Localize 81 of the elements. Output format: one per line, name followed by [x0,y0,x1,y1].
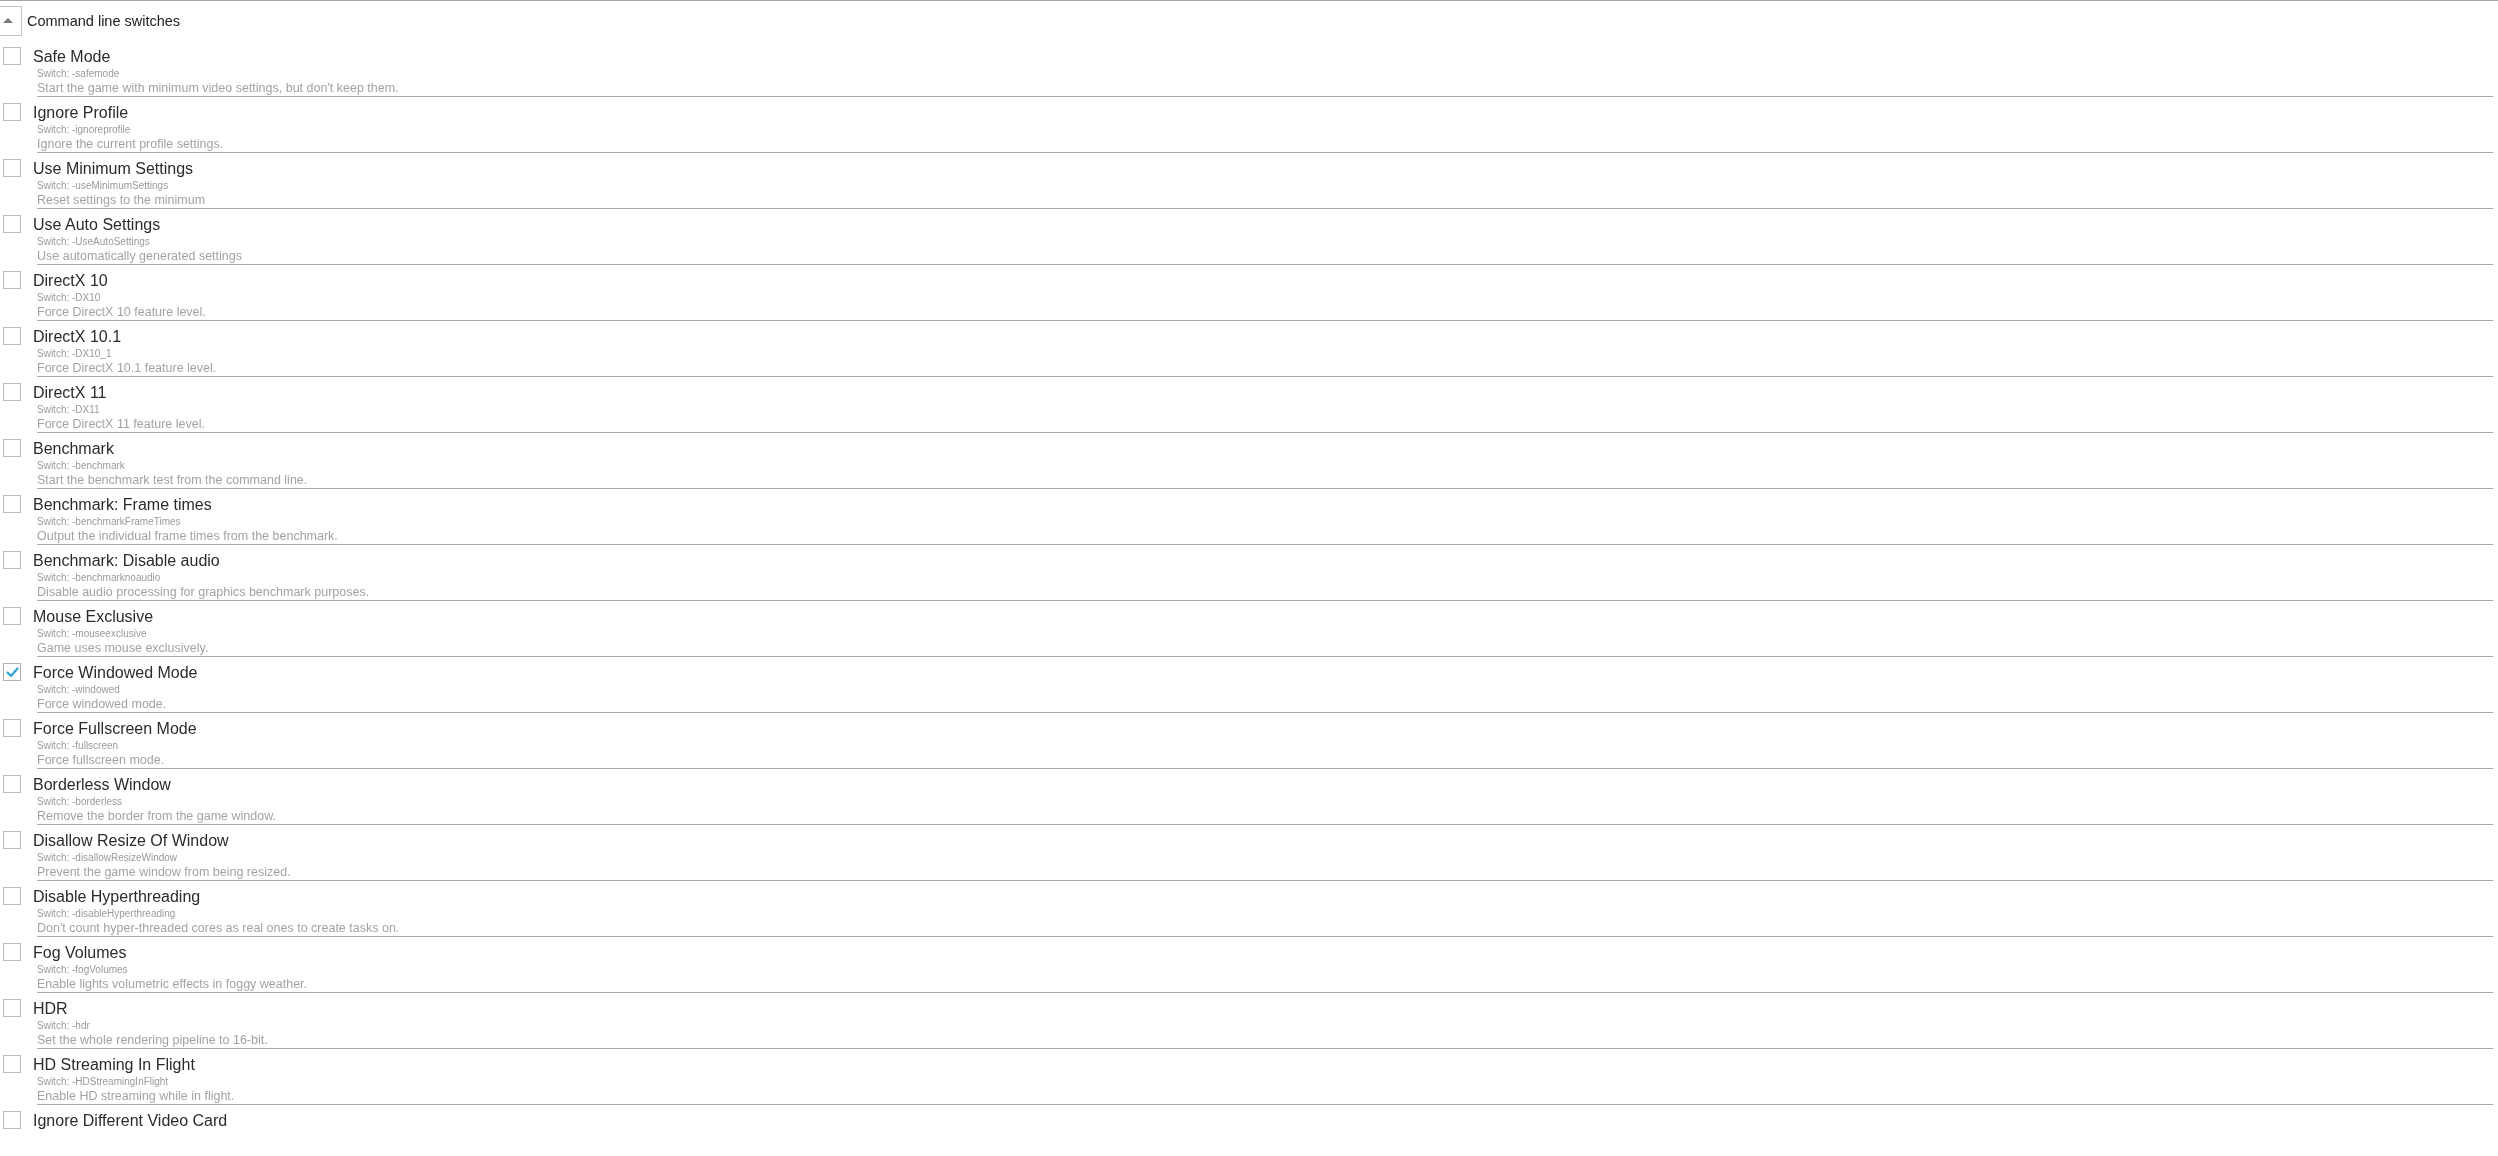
checkbox[interactable] [3,887,21,905]
option-description: Output the individual frame times from the benchmark. [37,528,338,544]
option-description: Force DirectX 10.1 feature level. [37,360,217,376]
option-description: Force windowed mode. [37,696,167,712]
checkmark-icon [5,667,19,677]
switch-label: Switch: -fullscreen [37,739,119,752]
switch-label: Switch: -disableHyperthreading [37,907,176,920]
checkbox[interactable] [3,943,21,961]
checkbox[interactable] [3,663,21,681]
option-title: Disable Hyperthreading [33,887,201,907]
switch-label: Switch: -DX10 [37,291,101,304]
option-title: Force Windowed Mode [33,663,198,683]
checkbox[interactable] [3,383,21,401]
switch-label: Switch: -DX11 [37,403,100,416]
option-description: Start the game with minimum video settings, but don't keep them. [37,80,399,96]
switch-label: Switch: -useMinimumSettings [37,179,169,192]
option-title: Fog Volumes [33,943,127,963]
option-title: HDR [33,999,68,1019]
option-description: Enable HD streaming while in flight. [37,1088,235,1104]
option-description: Reset settings to the minimum [37,192,206,208]
option-title: HD Streaming In Flight [33,1055,195,1075]
checkbox[interactable] [3,271,21,289]
option-description: Ignore the current profile settings. [37,136,224,152]
switch-label: Switch: -disallowResizeWindow [37,851,178,864]
checkbox[interactable] [3,215,21,233]
option-title: Use Auto Settings [33,215,161,235]
switch-label: Switch: -ignoreprofile [37,123,131,136]
switch-label: Switch: -mouseexclusive [37,627,147,640]
option-description: Enable lights volumetric effects in foggy weather. [37,976,308,992]
option-title: Safe Mode [33,47,111,67]
switch-label: Switch: -HDStreamingInFlight [37,1075,169,1088]
expander-button[interactable] [0,5,22,36]
checkbox[interactable] [3,327,21,345]
option-title: Benchmark: Frame times [33,495,212,515]
option-description: Remove the border from the game window. [37,808,276,824]
option-title: Use Minimum Settings [33,159,194,179]
option-description: Disable audio processing for graphics benchmark purposes. [37,584,370,600]
checkbox[interactable] [3,775,21,793]
option-title: Ignore Profile [33,103,129,123]
option-title: Ignore Different Video Card [33,1111,228,1131]
option-description: Prevent the game window from being resized. [37,864,291,880]
option-title: Borderless Window [33,775,171,795]
option-title: Mouse Exclusive [33,607,154,627]
checkbox[interactable] [3,1055,21,1073]
checkbox[interactable] [3,103,21,121]
switch-label: Switch: -benchmarkFrameTimes [37,515,181,528]
switch-label: Switch: -fogVolumes [37,963,128,976]
option-description: Use automatically generated settings [37,248,242,264]
option-title: Benchmark [33,439,114,459]
option-description: Game uses mouse exclusively. [37,640,209,656]
switch-label: Switch: -safemode [37,67,120,80]
option-description: Force DirectX 10 feature level. [37,304,206,320]
option-title: DirectX 11 [33,383,107,403]
option-description: Set the whole rendering pipeline to 16-bit. [37,1032,268,1048]
option-description: Force fullscreen mode. [37,752,165,768]
option-description: Start the benchmark test from the command line. [37,472,308,488]
option-description: Force DirectX 11 feature level. [37,416,205,432]
option-title: Disallow Resize Of Window [33,831,229,851]
checkbox[interactable] [3,607,21,625]
checkbox[interactable] [3,831,21,849]
checkbox[interactable] [3,439,21,457]
switch-label: Switch: -windowed [37,683,120,696]
switch-label: Switch: -hdr [37,1019,90,1032]
switch-label: Switch: -benchmark [37,459,125,472]
switch-label: Switch: -UseAutoSettings [37,235,150,248]
option-title: DirectX 10 [33,271,108,291]
checkbox[interactable] [3,1111,21,1129]
option-title: Benchmark: Disable audio [33,551,220,571]
option-title: Force Fullscreen Mode [33,719,197,739]
section-title: Command line switches [27,12,181,29]
switch-label: Switch: -benchmarknoaudio [37,571,161,584]
checkbox[interactable] [3,999,21,1017]
checkbox[interactable] [3,47,21,65]
option-description: Don't count hyper-threaded cores as real ones to create tasks on. [37,920,400,936]
option-title: DirectX 10.1 [33,327,122,347]
checkbox[interactable] [3,159,21,177]
switch-label: Switch: -borderless [37,795,123,808]
switch-label: Switch: -DX10_1 [37,347,112,360]
checkbox[interactable] [3,719,21,737]
checkbox[interactable] [3,551,21,569]
checkbox[interactable] [3,495,21,513]
